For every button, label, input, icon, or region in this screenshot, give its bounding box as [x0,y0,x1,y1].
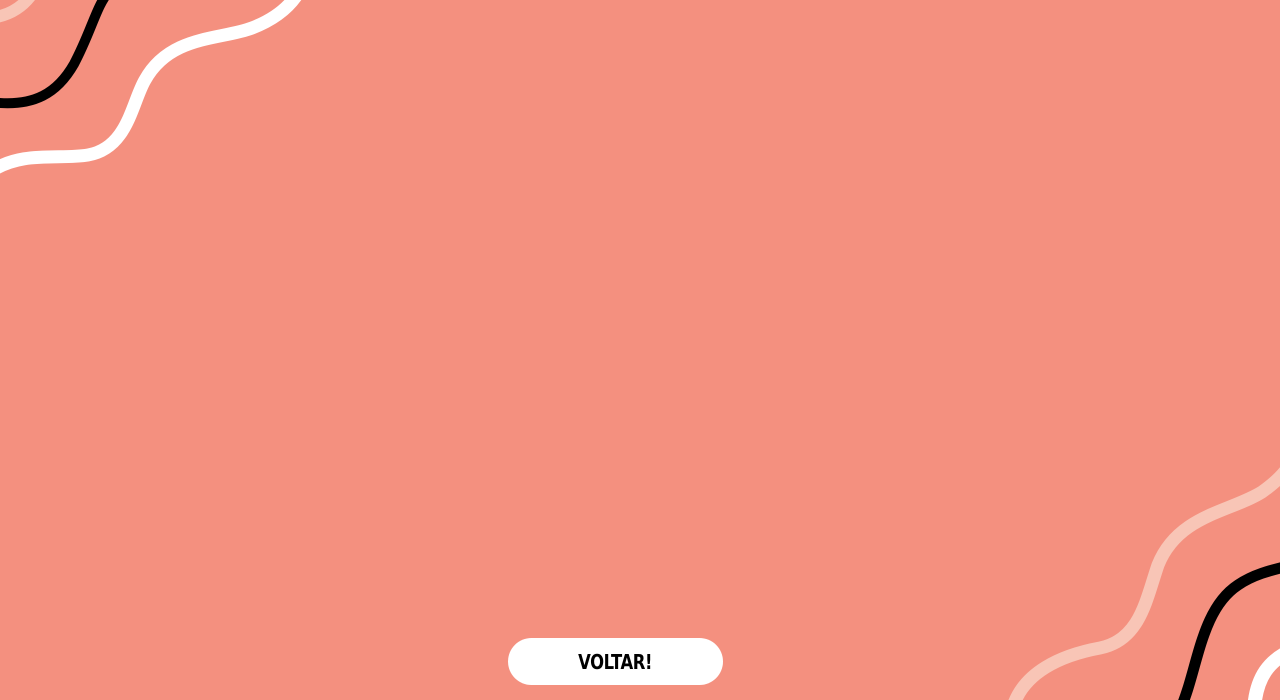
bottom-right-white-wave [1247,648,1280,700]
decorative-waves [0,0,1280,700]
top-left-white-wave [0,0,302,174]
bottom-right-waves-icon [1008,467,1280,700]
bottom-right-black-wave [1178,562,1280,700]
top-left-black-wave [0,0,109,109]
top-left-waves-icon [0,0,302,174]
bottom-right-pink-wave [1008,467,1280,700]
page-canvas: VOLTAR! [0,0,1280,700]
top-left-pink-wave [0,0,35,23]
back-button[interactable]: VOLTAR! [508,638,723,685]
back-button-label: VOLTAR! [578,649,653,674]
